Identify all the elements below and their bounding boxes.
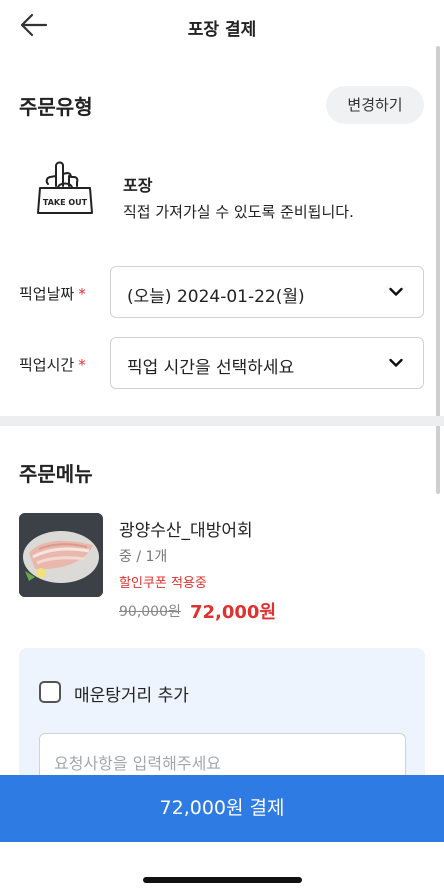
menu-item-name: 광양수산_대방어회 bbox=[119, 521, 253, 541]
pickup-date-label: 픽업날짜 * bbox=[19, 283, 86, 304]
svg-text:TAKE OUT: TAKE OUT bbox=[43, 198, 88, 207]
required-mark: * bbox=[78, 285, 86, 303]
pickup-date-label-text: 픽업날짜 bbox=[19, 285, 75, 303]
takeout-bag-icon: TAKE OUT bbox=[34, 158, 96, 218]
discounted-price: 72,000원 bbox=[190, 602, 277, 623]
order-type-description: 직접 가져가실 수 있도록 준비됩니다. bbox=[123, 203, 354, 221]
menu-item-image bbox=[19, 513, 103, 597]
chevron-down-icon bbox=[389, 287, 403, 296]
menu-item-option: 중 / 1개 bbox=[119, 549, 168, 565]
page-title: 포장 결제 bbox=[187, 20, 257, 40]
bottom-safe-area bbox=[0, 842, 444, 894]
home-indicator[interactable] bbox=[143, 877, 302, 883]
order-menu-section-title: 주문메뉴 bbox=[19, 462, 93, 486]
chevron-down-icon bbox=[389, 358, 403, 367]
pickup-date-value: (오늘) 2024-01-22(월) bbox=[127, 287, 305, 307]
required-mark: * bbox=[78, 356, 86, 374]
pickup-time-select[interactable]: 픽업 시간을 선택하세요 bbox=[110, 337, 424, 389]
change-order-type-button[interactable]: 변경하기 bbox=[326, 86, 424, 124]
order-type-section-title: 주문유형 bbox=[19, 95, 93, 119]
scrollbar[interactable] bbox=[436, 46, 440, 494]
spicy-soup-label[interactable]: 매운탕거리 추가 bbox=[74, 681, 189, 706]
spicy-soup-checkbox[interactable] bbox=[39, 681, 61, 703]
section-divider bbox=[0, 416, 444, 426]
header: 포장 결제 bbox=[0, 0, 444, 56]
pay-button[interactable]: 72,000원 결제 bbox=[0, 775, 444, 842]
coupon-applied-text: 할인쿠폰 적용중 bbox=[119, 576, 207, 591]
pickup-time-value: 픽업 시간을 선택하세요 bbox=[127, 358, 295, 378]
pickup-time-label-text: 픽업시간 bbox=[19, 356, 75, 374]
original-price: 90,000원 bbox=[119, 604, 181, 620]
order-type-name: 포장 bbox=[123, 176, 153, 195]
pickup-time-label: 픽업시간 * bbox=[19, 354, 86, 375]
pickup-date-select[interactable]: (오늘) 2024-01-22(월) bbox=[110, 266, 424, 318]
